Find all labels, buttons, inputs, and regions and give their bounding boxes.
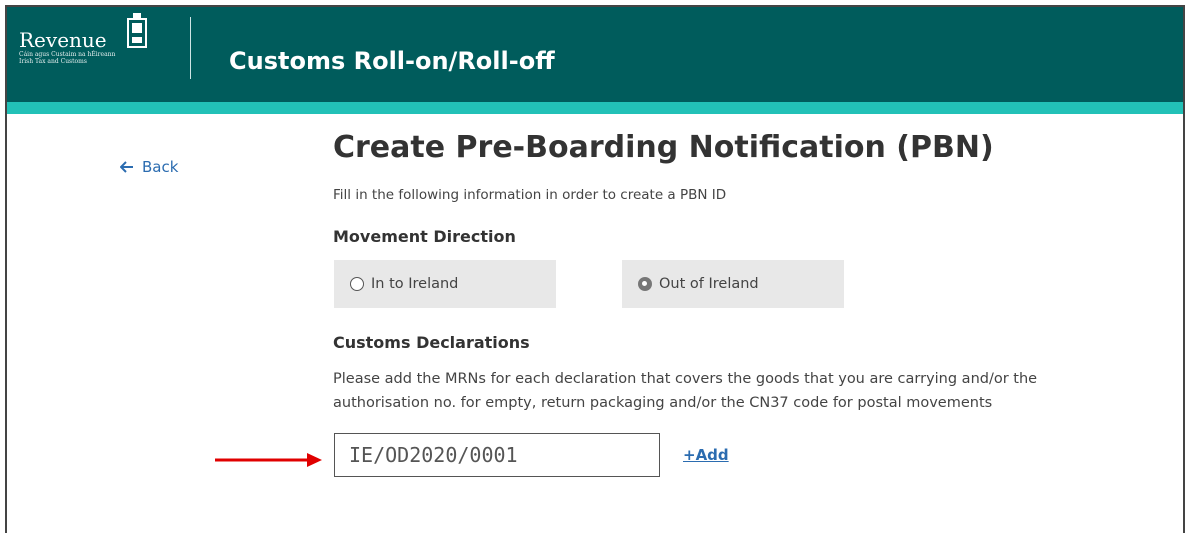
back-label: Back <box>142 158 179 176</box>
logo-subtitle-1: Cáin agus Custaim na hÉireann <box>19 51 116 58</box>
customs-declarations-label: Customs Declarations <box>333 333 530 352</box>
app-header: Revenue Cáin agus Custaim na hÉireann Ir… <box>7 7 1183 102</box>
back-link[interactable]: Back <box>120 158 178 176</box>
radio-checked-icon[interactable] <box>638 277 652 291</box>
header-stripe <box>7 102 1183 114</box>
radio-out-of-ireland[interactable]: Out of Ireland <box>622 260 844 308</box>
mrn-input[interactable] <box>334 433 660 477</box>
page-title: Create Pre-Boarding Notification (PBN) <box>333 130 994 165</box>
radio-out-of-ireland-label: Out of Ireland <box>659 276 759 292</box>
radio-in-to-ireland[interactable]: In to Ireland <box>334 260 556 308</box>
customs-declarations-description: Please add the MRNs for each declaration… <box>333 371 1038 411</box>
radio-unchecked-icon[interactable] <box>350 277 364 291</box>
red-arrow-icon <box>215 453 322 467</box>
radio-in-to-ireland-label: In to Ireland <box>371 276 459 292</box>
header-divider <box>190 17 191 79</box>
revenue-logo: Revenue Cáin agus Custaim na hÉireann Ir… <box>19 29 115 65</box>
logo-subtitle-2: Irish Tax and Customs <box>19 58 87 65</box>
add-mrn-link[interactable]: +Add <box>683 446 729 464</box>
movement-direction-label: Movement Direction <box>333 227 516 246</box>
app-title: Customs Roll-on/Roll-off <box>229 47 555 75</box>
harp-icon <box>127 13 147 48</box>
arrow-left-icon <box>120 161 133 173</box>
page-intro: Fill in the following information in ord… <box>333 187 727 203</box>
logo-text: Revenue <box>19 28 107 52</box>
